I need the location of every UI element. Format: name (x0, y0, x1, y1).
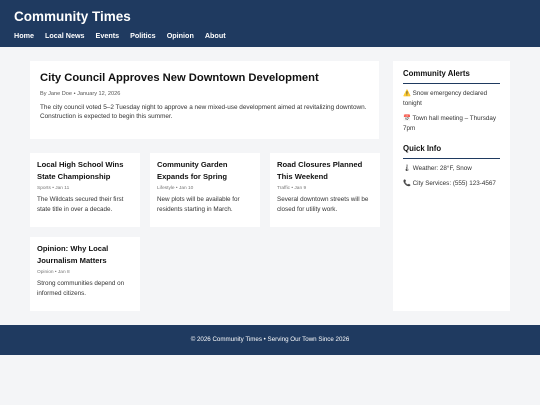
article-meta: Traffic • Jan 9 (277, 186, 307, 191)
article-title[interactable]: Local High School Wins State Championshi… (37, 159, 133, 183)
nav-about[interactable]: About (205, 31, 226, 41)
alert-text: Snow emergency declared tonight (403, 90, 488, 107)
nav-politics[interactable]: Politics (130, 31, 156, 41)
featured-article[interactable]: City Council Approves New Downtown Devel… (30, 61, 379, 139)
quick-info-heading: Quick Info (403, 144, 500, 159)
phone-icon: 📞 (403, 180, 411, 187)
featured-title[interactable]: City Council Approves New Downtown Devel… (40, 71, 369, 86)
alerts-heading: Community Alerts (403, 69, 500, 84)
main-content: City Council Approves New Downtown Devel… (0, 47, 540, 325)
article-card[interactable]: Opinion: Why Local Journalism Matters Op… (30, 237, 140, 311)
footer-text: © 2026 Community Times • Serving Our Tow… (190, 336, 350, 343)
warning-icon: ⚠️ (403, 90, 411, 97)
site-header: Community Times Home Local News Events P… (0, 0, 540, 47)
thermometer-icon: 🌡 (403, 165, 411, 172)
article-title[interactable]: Opinion: Why Local Journalism Matters (37, 243, 133, 267)
nav-local-news[interactable]: Local News (45, 31, 85, 41)
quick-info: Quick Info 🌡 Weather: 28°F, Snow 📞 City … (403, 144, 500, 189)
sidebar: Community Alerts ⚠️ Snow emergency decla… (393, 61, 510, 311)
city-services-text: City Services: (555) 123-4567 (412, 180, 496, 187)
main-nav: Home Local News Events Politics Opinion … (14, 31, 526, 41)
article-card[interactable]: Road Closures Planned This Weekend Traff… (270, 153, 380, 227)
article-summary: Several downtown streets will be closed … (277, 196, 369, 213)
nav-home[interactable]: Home (14, 31, 34, 41)
info-item: 🌡 Weather: 28°F, Snow (403, 164, 500, 174)
article-meta: Opinion • Jan 8 (37, 270, 70, 275)
alert-item[interactable]: ⚠️ Snow emergency declared tonight (403, 89, 500, 109)
article-card[interactable]: Community Garden Expands for Spring Life… (150, 153, 260, 227)
nav-opinion[interactable]: Opinion (167, 31, 194, 41)
article-card[interactable]: Local High School Wins State Championshi… (30, 153, 140, 227)
article-summary: Strong communities depend on informed ci… (37, 280, 125, 297)
article-title[interactable]: Road Closures Planned This Weekend (277, 159, 373, 183)
nav-events[interactable]: Events (96, 31, 120, 41)
article-summary: The Wildcats secured their first state t… (37, 196, 124, 213)
info-item[interactable]: 📞 City Services: (555) 123-4567 (403, 179, 500, 189)
site-footer: © 2026 Community Times • Serving Our Tow… (0, 325, 540, 355)
article-meta: Sports • Jan 11 (37, 186, 70, 191)
featured-body: The city council voted 5–2 Tuesday night… (40, 104, 367, 120)
site-title[interactable]: Community Times (14, 8, 526, 25)
alert-item[interactable]: 📅 Town hall meeting – Thursday 7pm (403, 114, 500, 134)
article-meta: Lifestyle • Jan 10 (157, 186, 194, 191)
featured-meta: By Jane Doe • January 12, 2026 (40, 91, 121, 97)
calendar-icon: 📅 (403, 115, 411, 122)
article-title[interactable]: Community Garden Expands for Spring (157, 159, 253, 183)
weather-text: Weather: 28°F, Snow (412, 165, 472, 172)
alert-text: Town hall meeting – Thursday 7pm (403, 115, 497, 132)
article-summary: New plots will be available for resident… (157, 196, 240, 213)
